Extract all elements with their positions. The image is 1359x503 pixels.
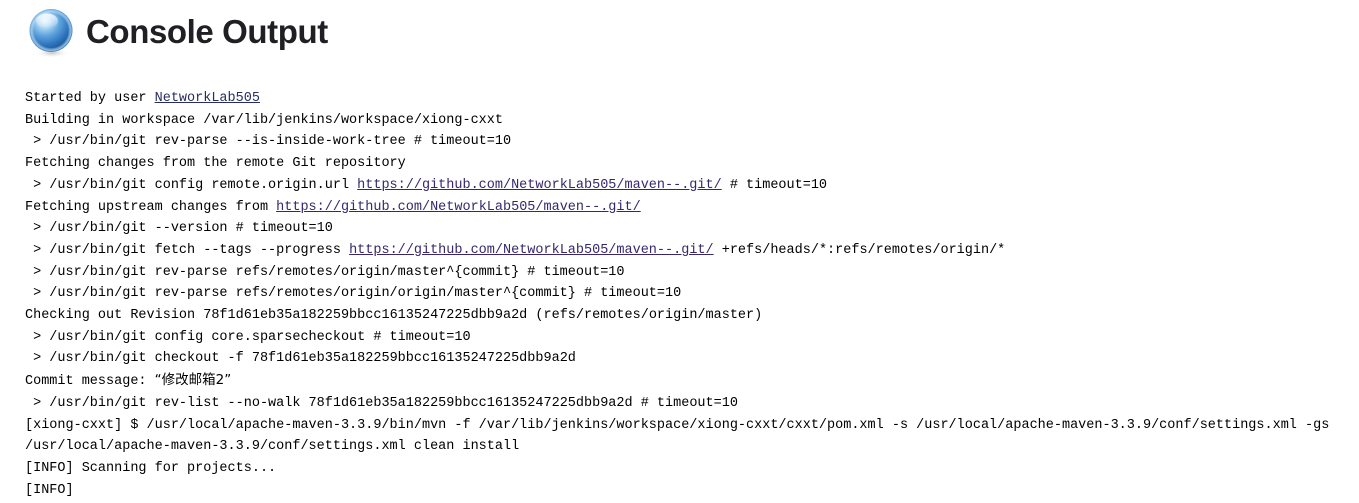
log-line: Checking out Revision 78f1d61eb35a182259… [25, 305, 1359, 327]
commit-message: “修改邮箱2” [154, 372, 232, 389]
log-line: > /usr/bin/git rev-parse --is-inside-wor… [25, 134, 512, 150]
log-line: Fetching changes from the remote Git rep… [25, 156, 406, 172]
page-header: Console Output [0, 0, 1359, 58]
log-text: # timeout=10 [632, 395, 738, 411]
log-line: > /usr/bin/git rev-parse refs/remotes/or… [25, 286, 682, 302]
repo-url-link[interactable]: https://github.com/NetworkLab505/maven--… [357, 178, 722, 193]
log-line: [INFO] Scanning for projects... [25, 460, 277, 476]
log-text: > /usr/bin/git config remote.origin.url [25, 177, 358, 193]
log-line: > /usr/bin/git rev-parse refs/remotes/or… [25, 264, 625, 280]
log-line: Building in workspace /var/lib/jenkins/w… [25, 112, 503, 128]
page-title: Console Output [86, 13, 328, 50]
commit-hash: 78f1d61eb35a182259bbcc16135247225dbb9a2d [251, 351, 576, 367]
log-text: Commit message: [25, 374, 155, 390]
log-line: > /usr/bin/git --version # timeout=10 [25, 221, 333, 237]
log-text: # timeout=10 [721, 177, 828, 193]
log-text: Started by user [25, 91, 155, 106]
log-line: /usr/local/apache-maven-3.3.9/conf/setti… [25, 439, 520, 455]
console-log: Started by user NetworkLab505 Building in… [25, 88, 1359, 501]
log-line: Fetching upstream changes from https://g… [25, 197, 1359, 219]
log-line: Started by user NetworkLab505 [25, 88, 1359, 110]
log-line: Commit message: “修改邮箱2” [25, 370, 1359, 393]
commit-hash: 78f1d61eb35a182259bbcc16135247225dbb9a2d [203, 308, 528, 324]
console-output-panel: Started by user NetworkLab505 Building in… [0, 58, 1359, 501]
log-line: > /usr/bin/git fetch --tags --progress h… [25, 240, 1359, 262]
log-text: +refs/heads/*:refs/remotes/origin/* [713, 242, 1006, 258]
log-text: > /usr/bin/git fetch --tags --progress [25, 242, 350, 258]
log-line: [INFO] [25, 482, 74, 498]
log-line: > /usr/bin/git config remote.origin.url … [25, 175, 1359, 197]
log-text: (refs/remotes/origin/master) [527, 308, 763, 324]
user-link[interactable]: NetworkLab505 [155, 91, 260, 106]
repo-url-link[interactable]: https://github.com/NetworkLab505/maven--… [276, 200, 641, 215]
log-text: > /usr/bin/git rev-list --no-walk [25, 395, 309, 411]
log-text: > /usr/bin/git checkout -f [25, 351, 252, 367]
log-text: Checking out Revision [25, 308, 204, 324]
repo-url-link[interactable]: https://github.com/NetworkLab505/maven--… [349, 243, 714, 258]
log-line: > /usr/bin/git rev-list --no-walk 78f1d6… [25, 393, 1359, 415]
jenkins-ball-icon [26, 7, 78, 59]
log-line: [xiong-cxxt] $ /usr/local/apache-maven-3… [25, 417, 1330, 433]
log-line: > /usr/bin/git checkout -f 78f1d61eb35a1… [25, 348, 1359, 370]
commit-hash: 78f1d61eb35a182259bbcc16135247225dbb9a2d [308, 395, 633, 411]
log-line: > /usr/bin/git config core.sparsecheckou… [25, 329, 471, 345]
log-text: Fetching upstream changes from [25, 199, 277, 215]
